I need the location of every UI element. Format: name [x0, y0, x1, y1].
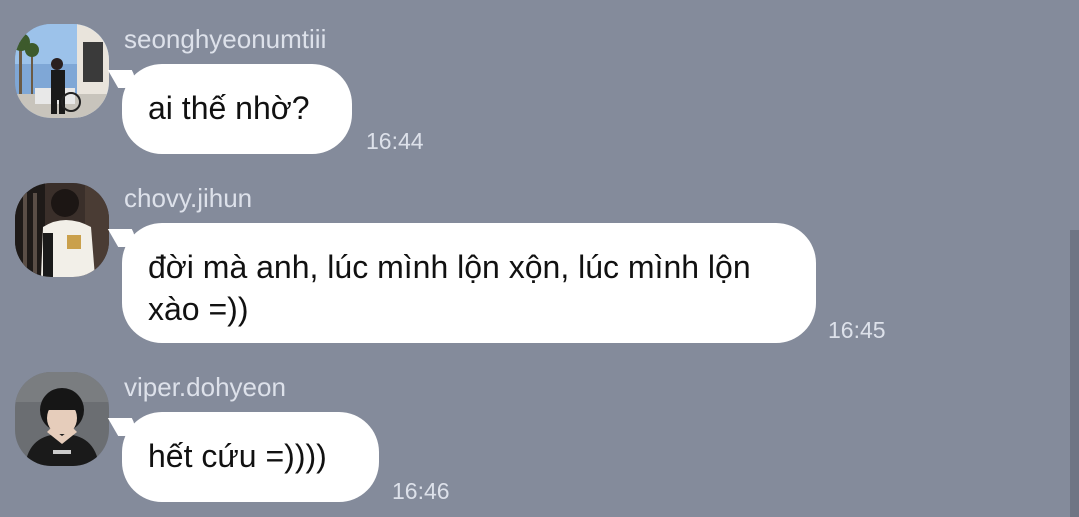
chat-thread: seonghyeonumtiii ai thế nhờ? 16:44 chovy… — [0, 0, 1079, 517]
avatar[interactable] — [15, 372, 109, 466]
username[interactable]: chovy.jihun — [124, 183, 252, 213]
message-item: chovy.jihun đời mà anh, lúc mình lộn xộn… — [0, 183, 1060, 353]
message-timestamp: 16:45 — [828, 317, 886, 343]
scrollbar[interactable] — [1070, 230, 1079, 517]
message-bubble[interactable]: hết cứu =)))) — [122, 412, 379, 502]
message-item: viper.dohyeon hết cứu =)))) 16:46 — [0, 372, 1060, 512]
message-bubble[interactable]: ai thế nhờ? — [122, 64, 352, 154]
message-timestamp: 16:44 — [366, 128, 424, 154]
message-item: seonghyeonumtiii ai thế nhờ? 16:44 — [0, 24, 1060, 164]
message-bubble[interactable]: đời mà anh, lúc mình lộn xộn, lúc mình l… — [122, 223, 816, 343]
username[interactable]: seonghyeonumtiii — [124, 24, 326, 54]
avatar[interactable] — [15, 24, 109, 118]
message-timestamp: 16:46 — [392, 478, 450, 504]
avatar[interactable] — [15, 183, 109, 277]
username[interactable]: viper.dohyeon — [124, 372, 286, 402]
